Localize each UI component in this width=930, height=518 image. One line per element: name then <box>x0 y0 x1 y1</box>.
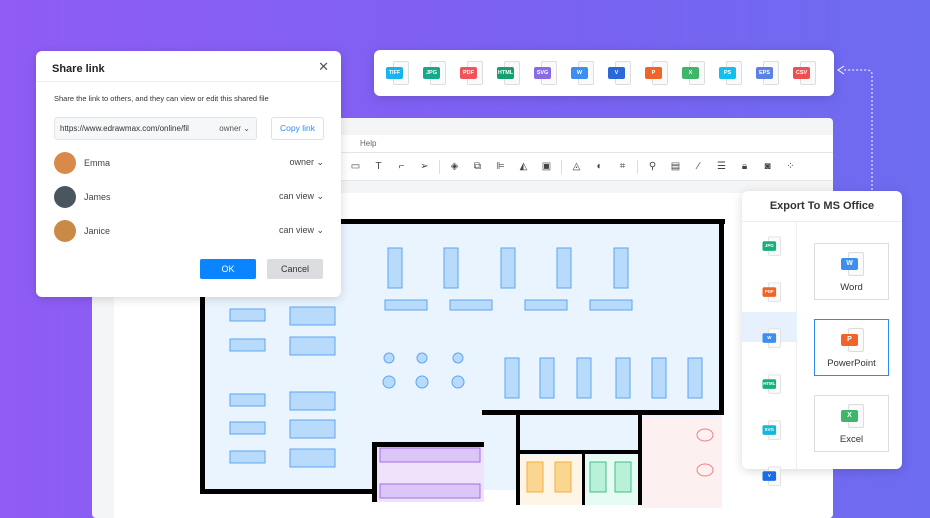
format-eps-icon[interactable]: EPS <box>756 60 781 86</box>
side-html-icon[interactable]: HTML <box>762 374 783 395</box>
export-powerpoint-card[interactable]: P PowerPoint <box>814 319 889 376</box>
ok-button[interactable]: OK <box>200 259 256 279</box>
side-svg-icon[interactable]: SVG <box>762 420 783 441</box>
menu-help[interactable]: Help <box>360 139 376 148</box>
user-row: Janice can view ⌄ <box>54 220 324 242</box>
role-dropdown[interactable]: can view ⌄ <box>279 225 324 236</box>
avatar <box>54 152 76 174</box>
format-label: EPS <box>756 66 773 79</box>
avatar <box>54 186 76 208</box>
format-label: W <box>571 66 588 79</box>
format-label: P <box>645 66 662 79</box>
format-label: V <box>608 66 625 79</box>
more-icon[interactable]: ⁘ <box>779 161 802 172</box>
role-dropdown[interactable]: owner ⌄ <box>289 157 324 168</box>
copy-link-button[interactable]: Copy link <box>271 117 324 140</box>
format-tiff-icon[interactable]: TIFF <box>386 60 411 86</box>
group-icon[interactable]: ⧉ <box>466 161 489 172</box>
export-ms-office-panel: Export To MS Office JPG PDF W HTML SVG V W Wor… <box>742 191 902 486</box>
side-w-icon[interactable]: W <box>762 328 783 349</box>
side-pdf-icon[interactable]: PDF <box>762 282 783 303</box>
shadow-icon[interactable]: ◐ <box>588 161 611 172</box>
format-label: SVG <box>762 425 777 435</box>
side-jpg-icon[interactable]: JPG <box>762 236 783 257</box>
table-icon[interactable]: ▤ <box>664 161 687 172</box>
share-url-field[interactable]: https://www.edrawmax.com/online/fil owner… <box>54 117 257 140</box>
flip-icon[interactable]: ◭ <box>512 161 535 172</box>
search-icon[interactable]: ⚲ <box>641 161 664 172</box>
excel-icon: X <box>841 404 866 429</box>
format-html-icon[interactable]: HTML <box>497 60 522 86</box>
side-v-icon[interactable]: V <box>762 466 783 487</box>
format-label: PDF <box>460 66 477 79</box>
card-label: Excel <box>839 434 864 445</box>
share-description: Share the link to others, and they can v… <box>54 94 269 103</box>
format-label: TIFF <box>386 66 403 79</box>
user-row: Emma owner ⌄ <box>54 152 324 174</box>
format-label: V <box>762 471 777 481</box>
size-icon[interactable]: ▣ <box>535 161 558 172</box>
format-label: JPG <box>423 66 440 79</box>
export-excel-card[interactable]: X Excel <box>814 395 889 452</box>
role-dropdown[interactable]: can view ⌄ <box>279 191 324 202</box>
line-style-icon[interactable]: ☰ <box>710 161 733 172</box>
align-icon[interactable]: ⊫ <box>489 161 512 172</box>
format-v-icon[interactable]: V <box>608 60 633 86</box>
fill-icon[interactable]: ◬ <box>565 161 588 172</box>
export-word-card[interactable]: W Word <box>814 243 889 300</box>
format-w-icon[interactable]: W <box>571 60 596 86</box>
text-icon[interactable]: T <box>367 161 390 172</box>
connector-icon[interactable]: ⌐ <box>390 161 413 172</box>
export-formats-bar: TIFF JPG PDF HTML SVG W V P X PS EPS CSV <box>374 50 834 96</box>
dialog-title: Share link <box>52 63 105 75</box>
format-label: PDF <box>762 287 777 297</box>
format-label: CSV <box>793 66 810 79</box>
format-csv-icon[interactable]: CSV <box>793 60 818 86</box>
format-x-icon[interactable]: X <box>682 60 707 86</box>
card-label: PowerPoint <box>827 358 876 369</box>
export-format-list: JPG PDF W HTML SVG V <box>742 221 797 486</box>
frame-icon[interactable]: ◙ <box>756 161 779 172</box>
format-ps-icon[interactable]: PS <box>719 60 744 86</box>
share-link-dialog: Share link ✕ Share the link to others, a… <box>36 51 341 297</box>
format-label: X <box>682 66 699 79</box>
layers-icon[interactable]: ◈ <box>443 161 466 172</box>
user-row: James can view ⌄ <box>54 186 324 208</box>
line-color-icon[interactable]: ∕ <box>687 161 710 172</box>
format-pdf-icon[interactable]: PDF <box>460 60 485 86</box>
avatar <box>54 220 76 242</box>
format-label: SVG <box>534 66 551 79</box>
rectangle-icon[interactable]: ▭ <box>344 161 367 172</box>
format-p-icon[interactable]: P <box>645 60 670 86</box>
word-icon: W <box>841 252 866 277</box>
format-label: PS <box>719 66 736 79</box>
card-label: Word <box>840 282 863 293</box>
cancel-button[interactable]: Cancel <box>267 259 323 279</box>
lock-icon[interactable]: 🔒︎ <box>733 161 756 172</box>
format-label: HTML <box>497 66 514 79</box>
format-label: HTML <box>762 379 777 389</box>
crop-icon[interactable]: ⌗ <box>611 161 634 172</box>
pointer-icon[interactable]: ➢ <box>413 161 436 172</box>
format-label: JPG <box>762 241 777 251</box>
format-svg-icon[interactable]: SVG <box>534 60 559 86</box>
powerpoint-icon: P <box>841 328 866 353</box>
dashed-arrow <box>837 65 873 190</box>
format-label: W <box>762 333 777 343</box>
close-icon[interactable]: ✕ <box>318 59 329 75</box>
format-jpg-icon[interactable]: JPG <box>423 60 448 86</box>
export-title: Export To MS Office <box>769 200 875 212</box>
link-permission-dropdown[interactable]: owner ⌄ <box>219 124 250 133</box>
export-options: W Word P PowerPoint X Excel <box>797 221 902 469</box>
